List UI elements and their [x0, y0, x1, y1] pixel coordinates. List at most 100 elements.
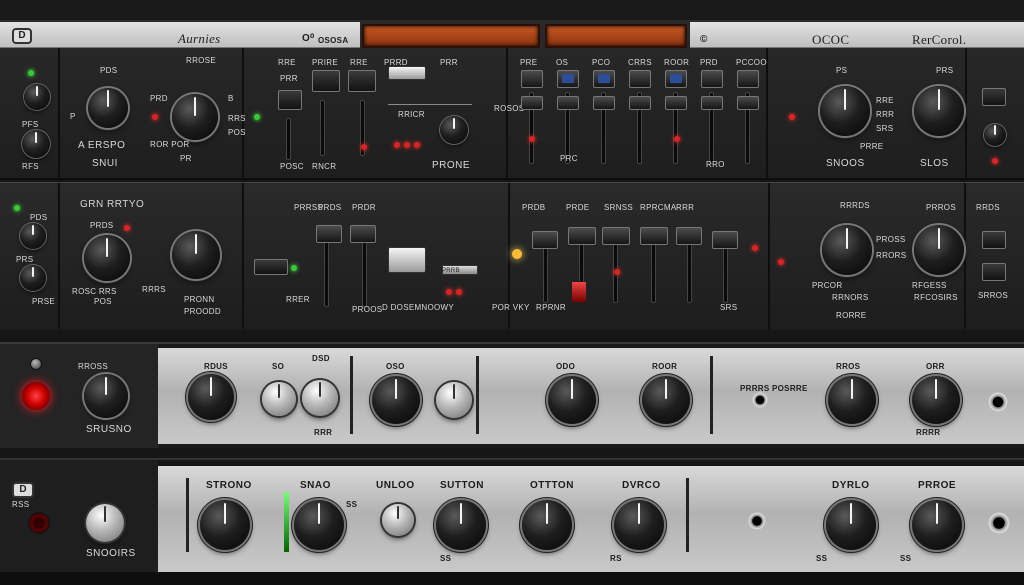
ch5-fader-lo[interactable]	[665, 96, 687, 110]
mode-switch-2[interactable]	[312, 70, 340, 92]
mid-output-knob[interactable]	[20, 265, 46, 291]
input-gain-knob[interactable]	[24, 84, 50, 110]
ch2-fader[interactable]	[557, 70, 579, 88]
ch1-fader-lo[interactable]	[521, 96, 543, 110]
output-select-switch[interactable]	[982, 88, 1006, 106]
mid-clip-led-2	[752, 245, 758, 251]
mid-tone-knob[interactable]	[172, 231, 220, 279]
ch1-fader[interactable]	[521, 70, 543, 88]
lbl-r6: SNOOS	[826, 158, 865, 169]
unit3-mid-knob[interactable]	[548, 376, 596, 424]
level-knob[interactable]	[440, 116, 468, 144]
ch5-fader[interactable]	[665, 70, 687, 88]
unit3-high-knob[interactable]	[642, 376, 690, 424]
lbl-m33: PRROS	[926, 203, 956, 212]
unit3-chrome-knob-1[interactable]	[262, 382, 296, 416]
right-title: RerCorol.	[912, 32, 967, 47]
mid-ch-fader-3[interactable]	[602, 227, 630, 245]
unit4-input-jack[interactable]	[748, 512, 766, 530]
unit4-blend-knob[interactable]	[382, 504, 414, 536]
unit4-input-knob[interactable]	[86, 504, 124, 542]
lbl-s5: PRR	[440, 58, 458, 67]
divider	[350, 356, 353, 434]
brand-badge-icon: D	[12, 28, 32, 44]
input-jack[interactable]	[752, 392, 768, 408]
lbl-a2: SRUSNO	[86, 424, 132, 435]
mid-fader-2[interactable]	[350, 225, 376, 243]
power-indicator[interactable]	[22, 382, 50, 410]
ch4-fader[interactable]	[629, 70, 651, 88]
output-jack[interactable]	[988, 392, 1008, 412]
lbl-c2: RNCR	[312, 162, 337, 171]
lbl-m24: SRS	[720, 303, 738, 312]
trim-knob[interactable]	[984, 124, 1006, 146]
mid-input-knob[interactable]	[20, 223, 46, 249]
ch2-fader-lo[interactable]	[557, 96, 579, 110]
unit4-power-jack[interactable]	[28, 512, 50, 534]
unit3-level-knob[interactable]	[828, 376, 876, 424]
mid-output-switch-2[interactable]	[982, 263, 1006, 281]
unit4-drive2-knob[interactable]	[614, 500, 664, 550]
unit3-master-knob[interactable]	[912, 376, 960, 424]
level-meter	[284, 492, 289, 552]
mid-mode-switch[interactable]	[254, 259, 288, 275]
mid-clip-led-3	[778, 259, 784, 265]
lbl-s9: PRONE	[432, 160, 471, 171]
lbl-m35: SRROS	[978, 291, 1008, 300]
drive-knob[interactable]	[88, 88, 128, 128]
master-knob-1[interactable]	[820, 86, 870, 136]
lbl-r4: RRR	[876, 110, 895, 119]
mid-bypass-switch[interactable]	[388, 247, 426, 273]
lbl-s6: PRR	[280, 74, 298, 83]
unit4-level-knob[interactable]	[826, 500, 876, 550]
unit4-drive-knob[interactable]	[294, 500, 344, 550]
master-knob-2[interactable]	[914, 86, 964, 136]
unit4-option-knob[interactable]	[522, 500, 572, 550]
unit3-eq-knob[interactable]	[372, 376, 420, 424]
mid-ch-fader-6[interactable]	[712, 231, 738, 249]
mid-drive-knob[interactable]	[84, 235, 130, 281]
mid-master-knob-1[interactable]	[822, 225, 872, 275]
ch7-fader[interactable]	[737, 70, 759, 88]
bypass-toggle[interactable]	[388, 66, 426, 80]
fader-slot	[320, 100, 325, 156]
unit4-sustain-knob[interactable]	[436, 500, 486, 550]
unit4-output-jack[interactable]	[988, 512, 1010, 534]
unit3-trim-knob[interactable]	[436, 382, 472, 418]
mid-ch-fader-4[interactable]	[640, 227, 668, 245]
unit4-gain-knob[interactable]	[200, 500, 250, 550]
mid-fader-1[interactable]	[316, 225, 342, 243]
unit3-chrome-knob-2[interactable]	[302, 380, 338, 416]
ch6-fader[interactable]	[701, 70, 723, 88]
mid-master-knob-2[interactable]	[914, 225, 964, 275]
screw	[30, 358, 42, 370]
mid-output-switch-1[interactable]	[982, 231, 1006, 249]
unit4-master-knob[interactable]	[912, 500, 962, 550]
lbl-l6: A ERSPO	[78, 140, 126, 151]
mid-ch-fader-1[interactable]	[532, 231, 558, 249]
ch3-fader-lo[interactable]	[593, 96, 615, 110]
tone-knob[interactable]	[172, 94, 218, 140]
lbl-a1: RROSS	[78, 362, 108, 371]
lbl-m9: PROODD	[184, 307, 221, 316]
lbl-ch1: PRE	[520, 58, 538, 67]
divider	[506, 48, 508, 178]
ch3-fader[interactable]	[593, 70, 615, 88]
lbl-m19: RPRCMA	[640, 203, 677, 212]
mid-meter-led-2	[456, 289, 462, 295]
mode-switch-1[interactable]	[278, 90, 302, 110]
mode-switch-3[interactable]	[348, 70, 376, 92]
ch6-fader-lo[interactable]	[701, 96, 723, 110]
display-window-left	[362, 24, 540, 48]
unit4-left-panel	[0, 460, 158, 585]
lbl-m23: RPRNR	[536, 303, 566, 312]
lbl-m14: PROOS	[352, 305, 383, 314]
unit3-gain-knob[interactable]	[188, 374, 234, 420]
ch7-fader-lo[interactable]	[737, 96, 759, 110]
unit3-input-knob[interactable]	[84, 374, 128, 418]
mid-ch-fader-2[interactable]	[568, 227, 596, 245]
mid-ch-active-fader[interactable]	[571, 281, 587, 303]
output-gain-knob[interactable]	[22, 130, 50, 158]
mid-ch-fader-5[interactable]	[676, 227, 702, 245]
ch4-fader-lo[interactable]	[629, 96, 651, 110]
